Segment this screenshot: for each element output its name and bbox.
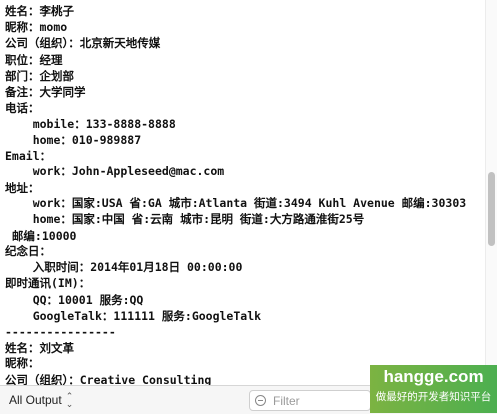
console-line: 即时通讯(IM)： [5, 276, 91, 290]
filter-field[interactable] [249, 390, 371, 411]
console-line: 公司（组织）：Creative Consulting [5, 373, 212, 385]
console-line: 昵称：momo [5, 20, 68, 34]
filter-input[interactable] [271, 392, 370, 409]
watermark-slogan: 做最好的开发者知识平台 [375, 391, 492, 403]
output-selector[interactable]: All Output ⌃ ⌄ [9, 391, 74, 409]
filter-icon [255, 395, 266, 406]
console-line: 地址： [5, 181, 40, 195]
console-line: 邮编:10000 [5, 229, 77, 243]
console-line: home：010-989887 [5, 133, 142, 147]
console-line: 备注：大学同学 [5, 85, 86, 99]
console-line: 姓名：李桃子 [5, 4, 74, 18]
console-line: 职位：经理 [5, 53, 63, 67]
console-line: 电话： [5, 101, 40, 115]
console-line: work：John-Appleseed@mac.com [5, 164, 225, 178]
console-output[interactable]: 姓名：李桃子 昵称：momo 公司（组织）：北京新天地传媒 职位：经理部门：企划部 备注… [0, 0, 486, 385]
output-selector-label: All Output [9, 393, 62, 407]
up-down-chevron-icon: ⌃ ⌄ [65, 391, 74, 409]
console-line: 部门：企划部 [5, 69, 74, 83]
console-line: mobile：133-8888-8888 [5, 117, 176, 131]
console-line: home：国家:中国 省:云南 城市:昆明 街道:大方路通淮街25号 [5, 212, 365, 226]
console-line: 昵称： [5, 356, 40, 370]
watermark-site: hangge.com [383, 367, 484, 386]
console-line: work：国家:USA 省:GA 城市:Atlanta 街道:3494 Kuhl… [5, 196, 467, 210]
console-line: Email： [5, 149, 52, 163]
console-line: GoogleTalk：111111 服务:GoogleTalk [5, 309, 262, 323]
vertical-scrollbar[interactable] [485, 0, 497, 385]
console-line: QQ：10001 服务:QQ [5, 293, 144, 307]
watermark: hangge.com 做最好的开发者知识平台 [370, 365, 497, 413]
console-line: 姓名：刘文革 [5, 341, 74, 355]
console-line: 纪念日： [5, 244, 51, 258]
console-line: ---------------- [5, 325, 116, 339]
scrollbar-thumb[interactable] [488, 172, 495, 246]
console-line: 公司（组织）：北京新天地传媒 [5, 36, 161, 50]
console-line: 入职时间：2014年01月18日 00:00:00 [5, 260, 243, 274]
